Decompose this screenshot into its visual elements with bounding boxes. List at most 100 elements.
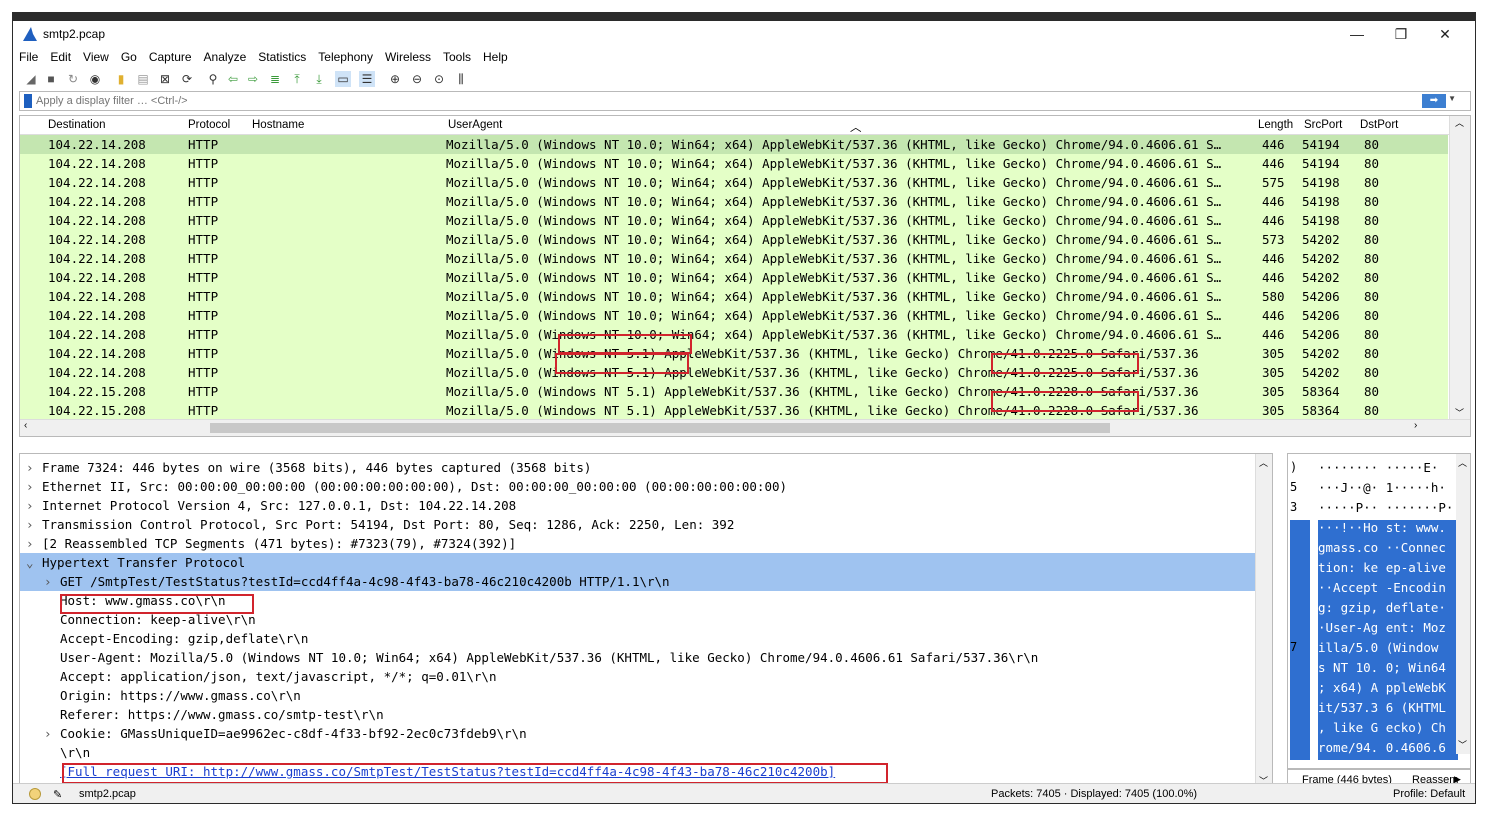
menu-go[interactable]: Go (115, 47, 143, 67)
hex-ascii-line[interactable]: s NT 10. 0; Win64 (1318, 660, 1458, 680)
detail-line[interactable]: Connection: keep-alive\r\n (20, 610, 1256, 629)
table-row[interactable]: 104.22.14.208 HTTP Mozilla/5.0 (Windows NT… (20, 211, 1448, 230)
bookmark-icon[interactable] (24, 94, 32, 108)
minimize-button[interactable]: — (1335, 23, 1379, 45)
detail-line[interactable]: › Frame 7324: 446 bytes on wire (3568 bit… (20, 458, 1256, 477)
go-to-packet-icon[interactable]: ≣ (267, 71, 283, 87)
chevron-right-icon[interactable]: › (26, 517, 34, 532)
go-forward-icon[interactable]: ⇨ (245, 71, 261, 87)
scroll-right-icon[interactable]: › (1414, 420, 1417, 431)
table-row[interactable]: 104.22.14.208 HTTP Mozilla/5.0 (Windows NT… (20, 154, 1448, 173)
apply-filter-arrow-icon[interactable]: ➡ (1422, 94, 1446, 108)
resize-columns-icon[interactable]: ⫼ (453, 71, 469, 87)
detail-line[interactable]: › Ethernet II, Src: 00:00:00_00:00:00 (00… (20, 477, 1256, 496)
chevron-down-icon[interactable]: ▼ (1448, 94, 1456, 103)
capture-comment-icon[interactable]: ✎ (53, 788, 62, 801)
chevron-right-icon[interactable]: › (44, 574, 52, 589)
normal-size-icon[interactable]: ⊙ (431, 71, 447, 87)
chevron-right-icon[interactable]: › (26, 498, 34, 513)
maximize-button[interactable]: ❐ (1379, 23, 1423, 45)
col-useragent[interactable]: UserAgent (448, 119, 502, 131)
first-packet-icon[interactable]: ⤒ (289, 71, 305, 87)
menu-edit[interactable]: Edit (44, 47, 77, 67)
table-row[interactable]: 104.22.14.208 HTTP Mozilla/5.0 (Windows NT… (20, 306, 1448, 325)
hex-ascii-line[interactable]: , like G ecko) Ch (1318, 720, 1458, 740)
menu-tools[interactable]: Tools (437, 47, 477, 67)
hex-ascii-line[interactable]: illa/5.0 (Window (1318, 640, 1458, 660)
capture-options-icon[interactable]: ◉ (87, 71, 103, 87)
menu-telephony[interactable]: Telephony (312, 47, 379, 67)
hex-ascii-line[interactable]: it/537.3 6 (KHTML (1318, 700, 1458, 720)
hex-ascii-line[interactable]: rome/94. 0.4606.6 (1318, 740, 1458, 760)
go-back-icon[interactable]: ⇦ (225, 71, 241, 87)
col-destination[interactable]: Destination (48, 119, 106, 131)
table-row[interactable]: 104.22.14.208 HTTP Mozilla/5.0 (Windows NT… (20, 249, 1448, 268)
menu-statistics[interactable]: Statistics (252, 47, 312, 67)
detail-line[interactable]: \r\n (20, 743, 1256, 762)
col-protocol[interactable]: Protocol (188, 119, 230, 131)
detail-line[interactable]: Host: www.gmass.co\r\n (20, 591, 1256, 610)
detail-line[interactable]: [Full request URI: http://www.gmass.co/S… (20, 762, 1256, 781)
detail-line[interactable]: Accept-Encoding: gzip,deflate\r\n (20, 629, 1256, 648)
table-row[interactable]: 104.22.14.208 HTTP Mozilla/5.0 (Windows NT… (20, 173, 1448, 192)
menu-capture[interactable]: Capture (143, 47, 198, 67)
table-row[interactable]: 104.22.14.208 HTTP Mozilla/5.0 (Windows NT… (20, 344, 1448, 363)
expert-info-icon[interactable] (29, 788, 41, 800)
menu-help[interactable]: Help (477, 47, 514, 67)
hex-ascii-line[interactable]: ···J··@· 1·····h· (1318, 480, 1458, 500)
hex-ascii-line[interactable]: tion: ke ep-alive (1318, 560, 1458, 580)
detail-line[interactable]: › Internet Protocol Version 4, Src: 127.0… (20, 496, 1256, 515)
scroll-down-icon[interactable]: ﹀ (1455, 406, 1464, 419)
display-filter-input[interactable] (36, 93, 1336, 109)
close-button[interactable]: ✕ (1423, 23, 1467, 45)
detail-line[interactable]: Referer: https://www.gmass.co/smtp-test\… (20, 705, 1256, 724)
details-vscrollbar[interactable]: ︿ ﹀ (1255, 454, 1272, 790)
chevron-right-icon[interactable]: › (26, 479, 34, 494)
table-row[interactable]: 104.22.15.208 HTTP Mozilla/5.0 (Windows NT… (20, 382, 1448, 401)
restart-capture-icon[interactable]: ↻ (65, 71, 81, 87)
detail-line[interactable]: › GET /SmtpTest/TestStatus?testId=ccd4ff4… (20, 572, 1256, 591)
last-packet-icon[interactable]: ⤓ (311, 71, 327, 87)
zoom-in-icon[interactable]: ⊕ (387, 71, 403, 87)
scroll-left-icon[interactable]: ‹ (24, 420, 27, 431)
find-packet-icon[interactable]: ⚲ (205, 71, 221, 87)
scroll-up-icon[interactable]: ︿ (1455, 116, 1464, 129)
menu-view[interactable]: View (77, 47, 115, 67)
hex-ascii-line[interactable]: ··Accept -Encodin (1318, 580, 1458, 600)
detail-line[interactable]: Origin: https://www.gmass.co\r\n (20, 686, 1256, 705)
hscroll-thumb[interactable] (210, 423, 1110, 433)
scroll-up-icon[interactable]: ︿ (1458, 456, 1467, 469)
scroll-down-icon[interactable]: ﹀ (1458, 738, 1467, 751)
stop-capture-icon[interactable]: ■ (43, 71, 59, 87)
start-capture-icon[interactable]: ◢ (23, 71, 39, 87)
hex-ascii-line[interactable]: ; x64) A ppleWebK (1318, 680, 1458, 700)
hex-ascii-line[interactable]: ···!··Ho st: www. (1318, 520, 1458, 540)
chevron-down-icon[interactable]: ⌄ (26, 555, 34, 570)
table-row[interactable]: 104.22.14.208 HTTP Mozilla/5.0 (Windows NT… (20, 325, 1448, 344)
col-hostname[interactable]: Hostname (252, 119, 304, 131)
table-row[interactable]: 104.22.14.208 HTTP Mozilla/5.0 (Windows NT… (20, 287, 1448, 306)
table-row[interactable]: 104.22.14.208 HTTP Mozilla/5.0 (Windows NT… (20, 230, 1448, 249)
hex-ascii-line[interactable]: g: gzip, deflate· (1318, 600, 1458, 620)
col-srcport[interactable]: SrcPort (1304, 119, 1342, 131)
detail-line[interactable]: Accept: application/json, text/javascrip… (20, 667, 1256, 686)
open-file-icon[interactable]: ▮ (113, 71, 129, 87)
detail-line[interactable]: › [2 Reassembled TCP Segments (471 bytes)… (20, 534, 1256, 553)
detail-line[interactable]: › Transmission Control Protocol, Src Port… (20, 515, 1256, 534)
packet-list-hscrollbar[interactable]: ‹ › (20, 419, 1470, 436)
detail-line[interactable]: ⌄ Hypertext Transfer Protocol (20, 553, 1256, 572)
chevron-right-icon[interactable]: › (26, 536, 34, 551)
col-length[interactable]: Length (1258, 119, 1293, 131)
table-row[interactable]: 104.22.14.208 HTTP Mozilla/5.0 (Windows NT… (20, 135, 1448, 154)
hex-ascii-line[interactable]: gmass.co ··Connec (1318, 540, 1458, 560)
hex-ascii-line[interactable]: ········ ·····E· (1318, 460, 1458, 480)
chevron-right-icon[interactable]: › (44, 726, 52, 741)
save-file-icon[interactable]: ▤ (135, 71, 151, 87)
zoom-out-icon[interactable]: ⊖ (409, 71, 425, 87)
table-row[interactable]: 104.22.14.208 HTTP Mozilla/5.0 (Windows NT… (20, 363, 1448, 382)
chevron-right-icon[interactable]: › (26, 460, 34, 475)
close-file-icon[interactable]: ⊠ (157, 71, 173, 87)
hex-ascii-line[interactable]: ·····P·· ·······P· (1318, 500, 1458, 520)
table-row[interactable]: 104.22.14.208 HTTP Mozilla/5.0 (Windows NT… (20, 268, 1448, 287)
detail-line[interactable]: User-Agent: Mozilla/5.0 (Windows NT 10.0… (20, 648, 1256, 667)
